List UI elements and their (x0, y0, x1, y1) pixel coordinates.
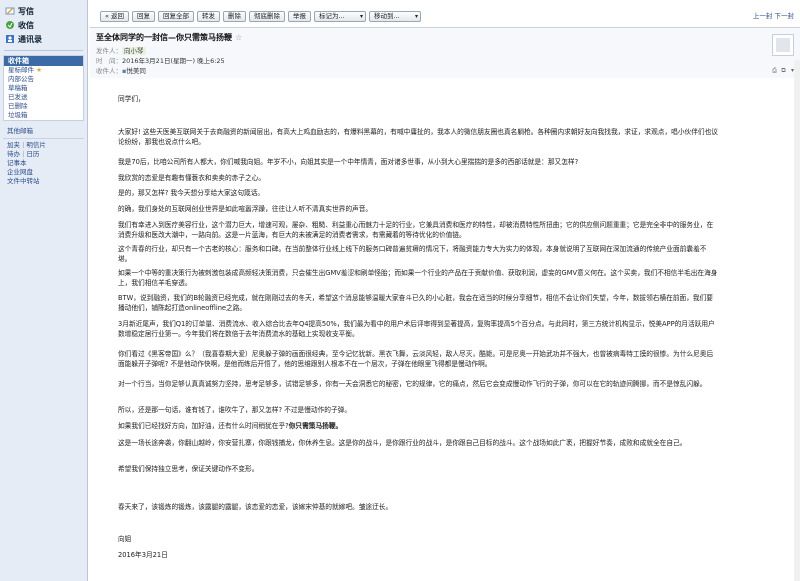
folder-spam[interactable]: 垃圾箱 (4, 111, 83, 120)
sidebar-top-actions: 写信 收信 通讯录 (0, 0, 87, 46)
mark-as-dropdown[interactable]: 标记为... (314, 10, 367, 22)
move-to-dropdown[interactable]: 移动到... (369, 10, 422, 22)
app-todo[interactable]: 待办 (7, 150, 20, 158)
horse-line-bold: 你只需策马扬鞭。 (288, 422, 343, 430)
toolbar: « 返回 回复 回复全部 转发 删除 彻底删除 举报 标记为... 移动到... (90, 9, 800, 23)
receive-button[interactable]: 收信 (5, 18, 82, 32)
apps-separator: | (22, 150, 25, 158)
app-folders[interactable]: 加夹 (7, 141, 20, 149)
paragraph: 对一个行当，当你足够认真真诚努力坚持，思考足够多，试错足够多，你有一天会洞悉它的… (118, 380, 707, 388)
folder-drafts[interactable]: 草稿箱 (4, 84, 83, 93)
sidebar-divider (4, 50, 83, 51)
paragraph: 春天来了，该锻炼的锻炼，该露腿的露腿，该恋爱的恋爱，该嫁宋仲基的就嫁吧。皱途迂长… (118, 503, 393, 511)
folder-starred-label: 星标邮件 (8, 66, 34, 74)
reply-button[interactable]: 回复 (132, 10, 156, 22)
sender-row: 发件人： 向小琴 (96, 45, 146, 55)
contacts-button[interactable]: 通讯录 (5, 32, 82, 46)
mail-reader: « 返回 回复 回复全部 转发 删除 彻底删除 举报 标记为... 移动到...… (90, 0, 800, 581)
greeting: 同学们， (118, 95, 145, 103)
sent-time: 2016年3月21日(星期一) 晚上6:25 (122, 57, 225, 65)
subject-text: 至全体同学的一封信—你只需策马扬鞭 (96, 33, 232, 42)
time-label: 时 间： (96, 57, 122, 65)
folder-sent[interactable]: 已发送 (4, 93, 83, 102)
compose-button[interactable]: 写信 (5, 4, 82, 18)
message-header: 至全体同学的一封信—你只需策马扬鞭 ☆ 发件人： 向小琴 时 间：2016年3月21… (90, 27, 800, 78)
inbox-icon (5, 20, 15, 30)
app-cloud-drive[interactable]: 企业网盘 (3, 168, 84, 177)
signature-date: 2016年3月21日 (118, 551, 168, 559)
scrollbar[interactable] (794, 60, 800, 581)
forward-button[interactable]: 转发 (197, 10, 221, 22)
paragraph: 这是一场长途奔袭，你翻山越岭，你安营扎寨，你跟钱捕龙，你休养生息。这是你的战斗，… (118, 439, 687, 447)
recipient-name[interactable]: 悦美同 (126, 67, 146, 75)
paragraph: 这个青春的行业，却只有一个古老的核心：服务和口碑。在当前整体行业线上线下的服务口… (118, 245, 707, 263)
app-calendar[interactable]: 日历 (26, 150, 39, 158)
folder-list: 收件箱 星标邮件 ★ 内部公告 草稿箱 已发送 已删除 垃圾箱 (3, 55, 84, 121)
other-mailboxes-link[interactable]: 其他邮箱 (3, 127, 84, 136)
apps-row-2: 待办 | 日历 (3, 150, 84, 159)
back-button[interactable]: « 返回 (100, 10, 130, 22)
paragraph: 你们看过《黑客帝国》么？（我喜春期大爱）尼奥躲子弹的画面很经典，至今记忆犹新。黑… (118, 350, 714, 368)
folder-starred[interactable]: 星标邮件 ★ (4, 66, 83, 75)
message-subject: 至全体同学的一封信—你只需策马扬鞭 ☆ (96, 32, 242, 43)
pencil-icon (5, 6, 15, 16)
apps-separator: | (22, 141, 25, 149)
app-postcard[interactable]: 明信片 (26, 141, 46, 149)
signature-name: 向姐 (118, 535, 132, 543)
time-row: 时 间：2016年3月21日(星期一) 晚上6:25 (96, 55, 225, 65)
paragraph: 我是70后，比咱公司所有人都大，你们喊我向姐。年岁不小，向姐其实是一个中年情青，… (118, 158, 579, 166)
paragraph: 的确，我们身处的互联网创业世界是如此喧嚣浮躁，往往让人听不清真实世界的声音。 (118, 205, 373, 213)
star-toggle-icon[interactable]: ☆ (235, 33, 242, 42)
paragraph: 是的，那又怎样? 我今天想分享给大家这句箴话。 (118, 189, 265, 197)
sender-name[interactable]: 向小琴 (122, 47, 146, 55)
paragraph: 我们有幸进入到医疗美容行业，这个潜力巨大，增速可观，屡杂、粗糙、利益重心而魅力十… (118, 221, 714, 239)
folder-inbox[interactable]: 收件箱 (4, 56, 83, 66)
reply-all-button[interactable]: 回复全部 (158, 10, 195, 22)
star-icon: ★ (36, 66, 42, 74)
folder-announcements[interactable]: 内部公告 (4, 75, 83, 84)
apps-list: 加夹 | 明信片 待办 | 日历 记事本 企业网盘 文件中转站 (3, 138, 84, 186)
header-actions: ⎙ ⧉ ▾ (771, 67, 796, 75)
compose-label: 写信 (18, 6, 34, 16)
avatar (772, 34, 794, 56)
app-notepad[interactable]: 记事本 (3, 159, 84, 168)
to-label: 收件人： (96, 67, 122, 75)
print-icon[interactable]: ⎙ (771, 67, 778, 74)
permanent-delete-button[interactable]: 彻底删除 (249, 10, 286, 22)
receive-label: 收信 (18, 20, 34, 30)
report-button[interactable]: 举报 (288, 10, 312, 22)
apps-row-1: 加夹 | 明信片 (3, 141, 84, 150)
prev-next-links[interactable]: 上一封 下一封 (753, 10, 794, 20)
app-file-transfer[interactable]: 文件中转站 (3, 177, 84, 186)
avatar-placeholder (776, 38, 790, 52)
horse-line-prefix: 如果我们已经找好方向，加好油，还有什么时间稍犹在乎? (118, 422, 289, 430)
recipient-row: 收件人：▪悦美同 (96, 65, 146, 75)
folder-deleted[interactable]: 已删除 (4, 102, 83, 111)
contacts-icon (5, 34, 15, 44)
paragraph: 3月新近尾声，我们Q1的订单量、消费流水、收入综合比去年Q4提高50%，我们最为… (118, 320, 715, 338)
sidebar: 写信 收信 通讯录 收件箱 星标邮件 ★ 内部公告 草稿箱 已发送 已删除 垃圾… (0, 0, 88, 581)
contacts-label: 通讯录 (18, 34, 42, 44)
paragraph: BTW，说到融资，我们的B轮融资已经完成，就在刚刚过去的冬天，希望这个消息能够温… (118, 294, 713, 312)
paragraph: 所以，还是那一句话，谁有钱了，谁吹牛了，那又怎样? 不过是慢动作的子弹。 (118, 406, 352, 414)
other-mailboxes: 其他邮箱 (3, 127, 84, 136)
new-window-icon[interactable]: ⧉ (780, 67, 787, 74)
mail-app: 写信 收信 通讯录 收件箱 星标邮件 ★ 内部公告 草稿箱 已发送 已删除 垃圾… (0, 0, 800, 581)
paragraph: 我欣赏的恋爱是有趣有懂蓑衣和卖卖的赤子之心。 (118, 174, 266, 182)
delete-button[interactable]: 删除 (223, 10, 247, 22)
horse-line: 如果我们已经找好方向，加好油，还有什么时间稍犹在乎?你只需策马扬鞭。 (118, 421, 342, 431)
paragraph: 希望我们保持独立思考，保证关键动作不变形。 (118, 465, 259, 473)
paragraph: 如果一个中等的重决策行为被刺激包装成高频轻决策消费，只会催生出GMV羞涩和刷单怪… (118, 269, 718, 287)
paragraph: 大家好! 这些天医美互联网关于去商融资的新闻层出，有高大上鸡血励志的，有爆料黑幕… (118, 128, 718, 146)
from-label: 发件人： (96, 47, 122, 55)
